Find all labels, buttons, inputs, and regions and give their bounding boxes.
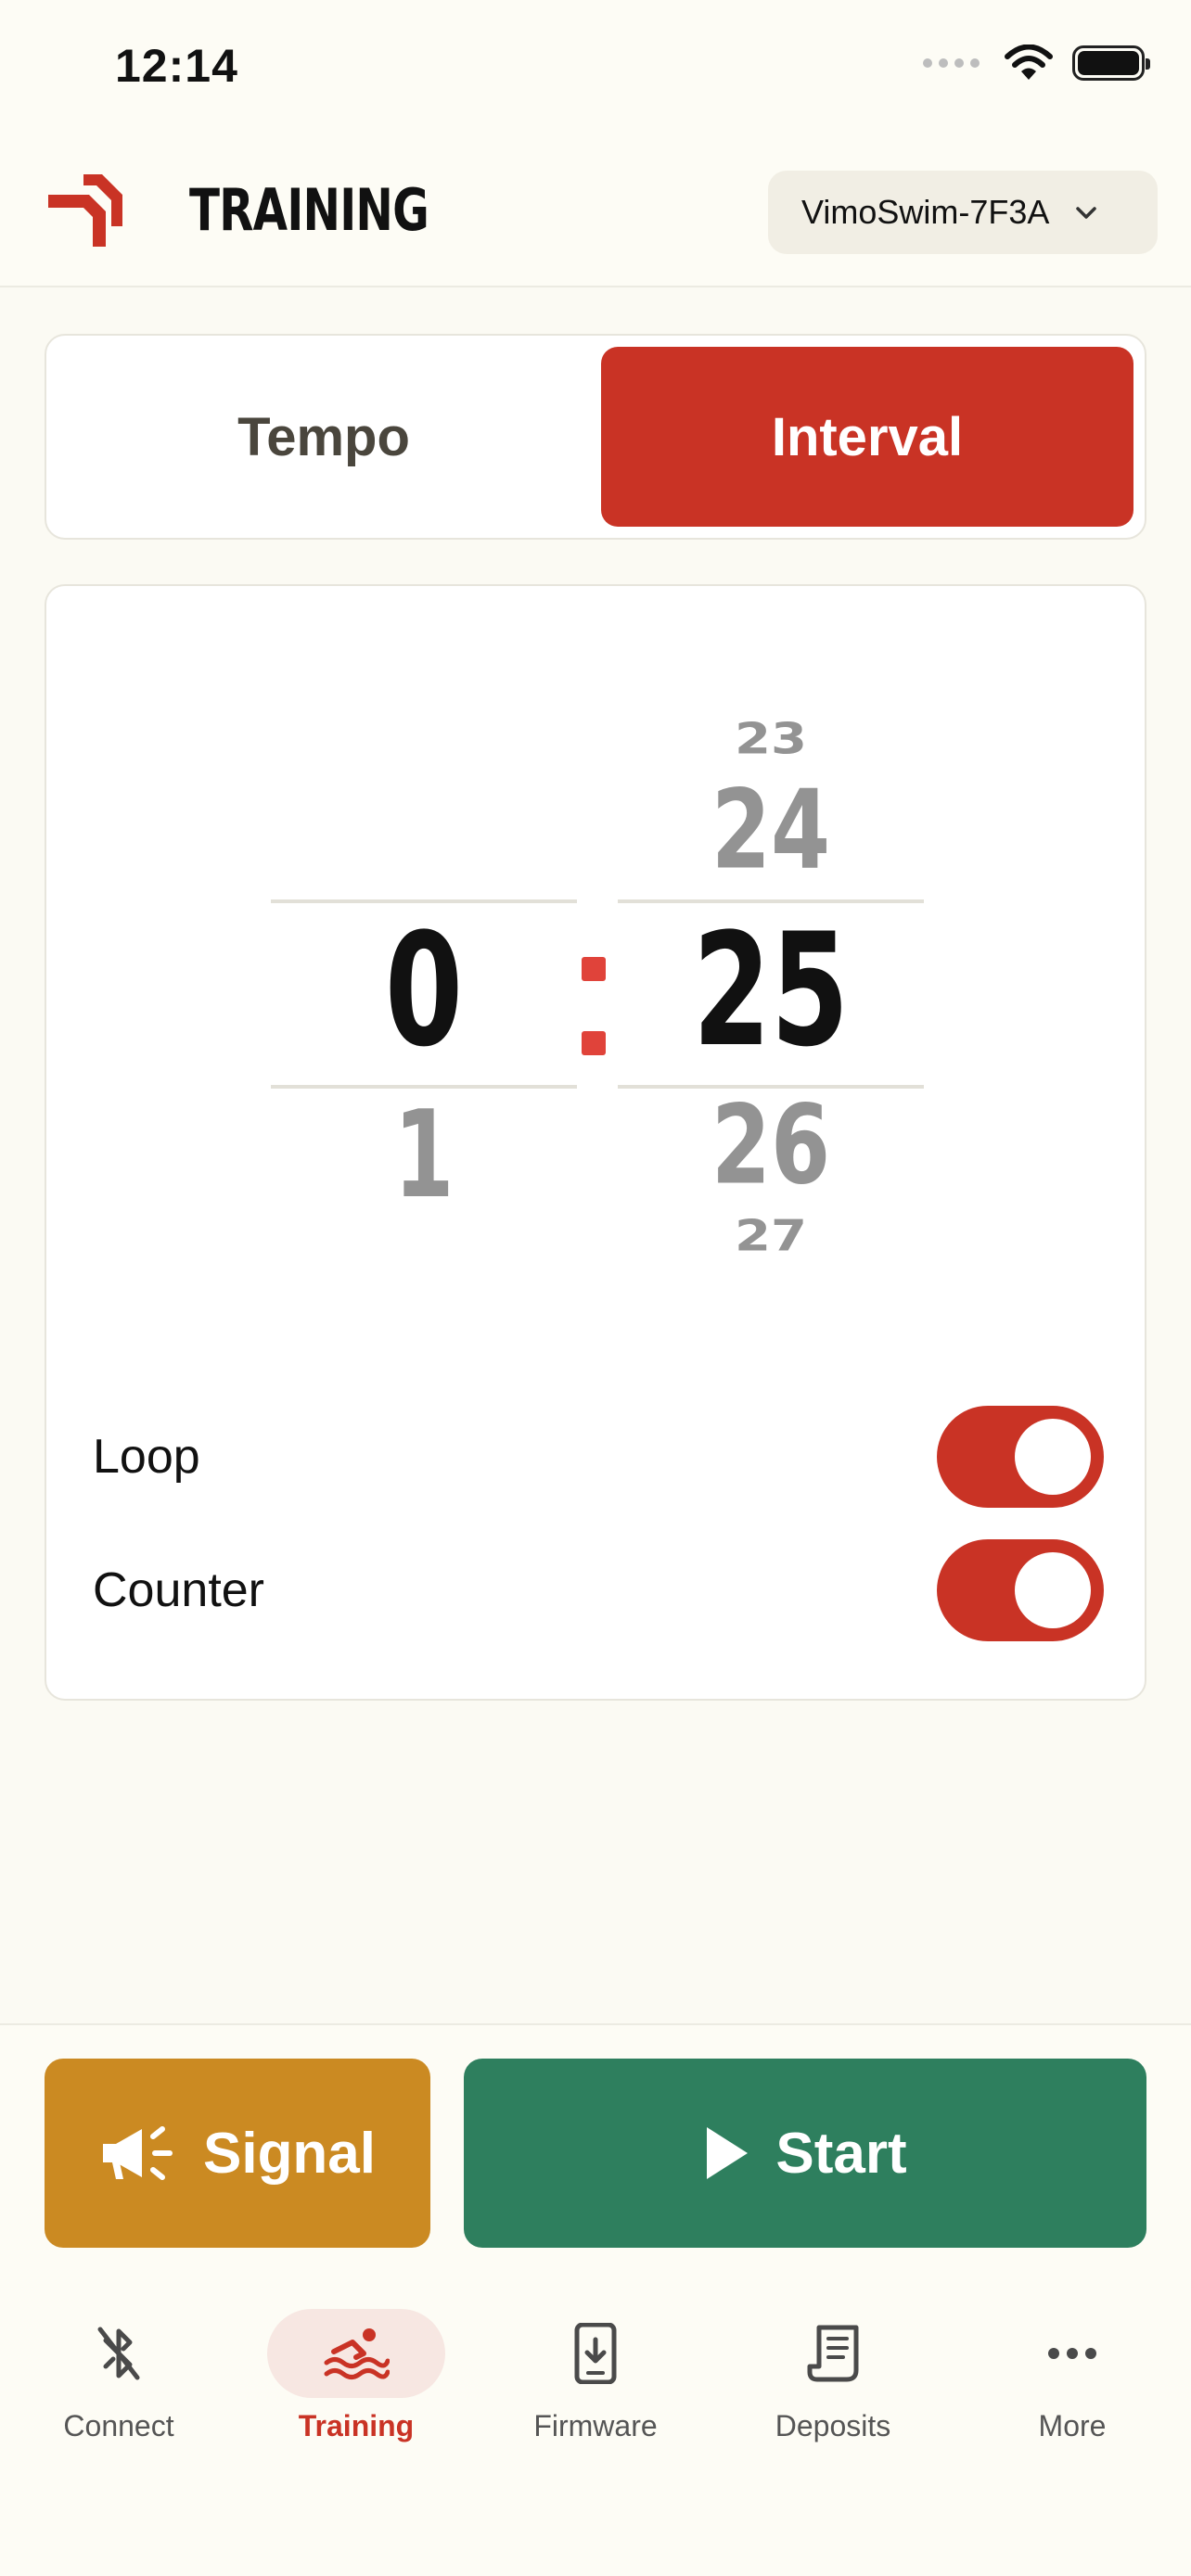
bottom-nav: Connect Training Firmware Deposits More <box>0 2292 1191 2576</box>
seconds-option: 27 <box>734 1210 808 1261</box>
more-dots-icon <box>1048 2348 1096 2359</box>
wifi-icon <box>1005 45 1053 80</box>
app-header: TRAINING VimoSwim-7F3A <box>0 139 1191 287</box>
nav-label: Firmware <box>533 2409 658 2442</box>
counter-toggle[interactable] <box>937 1539 1104 1641</box>
counter-label: Counter <box>93 1563 264 1617</box>
nav-training[interactable]: Training <box>237 2309 475 2443</box>
signal-button[interactable]: Signal <box>45 2059 430 2248</box>
nav-deposits[interactable]: Deposits <box>714 2309 952 2443</box>
chevron-down-icon <box>1076 207 1097 219</box>
seconds-option: 24 <box>711 767 831 895</box>
tab-tempo[interactable]: Tempo <box>58 347 590 527</box>
interval-settings-card: 0 1 23 24 25 26 27 Loop Counter <box>45 584 1146 1701</box>
minutes-option: 1 <box>393 1084 455 1225</box>
time-separator <box>575 957 612 1055</box>
start-button[interactable]: Start <box>464 2059 1146 2248</box>
seconds-selected: 25 <box>692 899 850 1081</box>
battery-icon <box>1072 45 1150 81</box>
loop-row: Loop <box>93 1406 1104 1508</box>
loop-toggle[interactable] <box>937 1406 1104 1508</box>
device-name: VimoSwim-7F3A <box>801 193 1050 231</box>
nav-label: Connect <box>63 2409 174 2442</box>
seconds-option: 23 <box>734 713 808 764</box>
start-label: Start <box>775 2121 907 2186</box>
cellular-signal-icon <box>923 58 980 68</box>
phone-download-icon <box>574 2323 617 2384</box>
play-icon <box>707 2127 749 2179</box>
status-time: 12:14 <box>115 40 238 92</box>
nav-firmware[interactable]: Firmware <box>477 2309 714 2443</box>
status-icons <box>923 45 1150 82</box>
status-bar: 12:14 <box>0 0 1191 139</box>
counter-row: Counter <box>93 1539 1104 1641</box>
action-bar: Signal Start <box>0 2023 1191 2292</box>
nav-label: Training <box>298 2409 415 2442</box>
minutes-selected: 0 <box>384 899 464 1081</box>
swimmer-icon <box>324 2328 390 2379</box>
signal-label: Signal <box>202 2121 377 2186</box>
bluetooth-off-icon <box>97 2327 140 2380</box>
tab-interval[interactable]: Interval <box>601 347 1133 527</box>
nav-label: Deposits <box>775 2409 891 2442</box>
device-selector[interactable]: VimoSwim-7F3A <box>768 171 1158 254</box>
nav-label: More <box>1038 2409 1107 2442</box>
receipt-icon <box>807 2325 859 2382</box>
seconds-option: 26 <box>711 1082 831 1210</box>
app-logo-icon <box>48 174 122 247</box>
nav-connect[interactable]: Connect <box>0 2309 237 2443</box>
page-title: TRAINING <box>189 176 429 244</box>
mode-tabs: Tempo Interval <box>45 334 1146 540</box>
nav-more[interactable]: More <box>954 2309 1191 2443</box>
megaphone-icon <box>102 2126 173 2180</box>
loop-label: Loop <box>93 1430 200 1484</box>
